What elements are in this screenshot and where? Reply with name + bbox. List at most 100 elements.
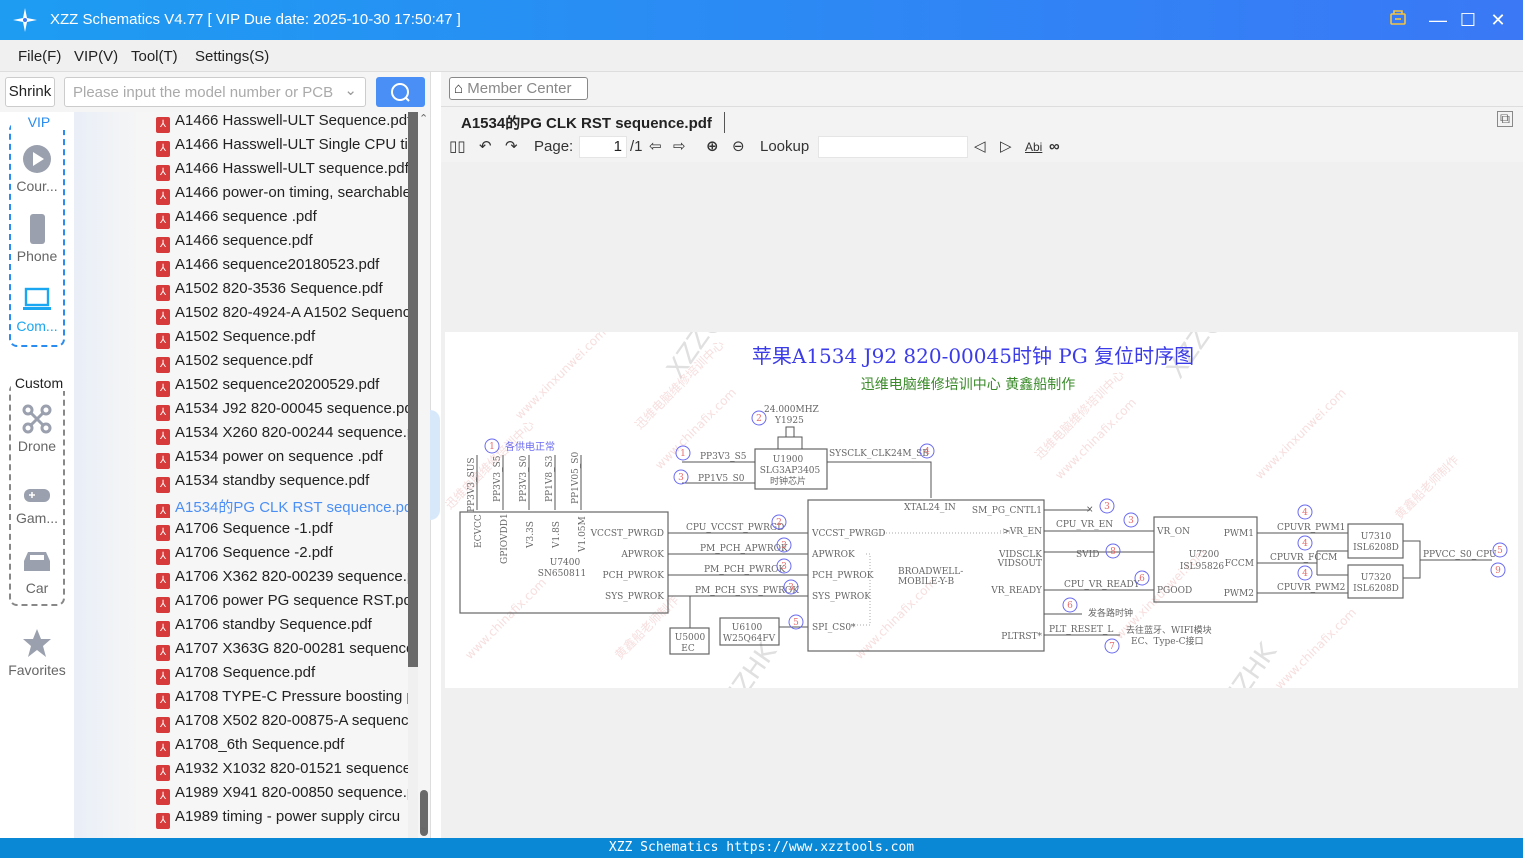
shrink-button[interactable]: Shrink — [5, 77, 55, 107]
menu-settings[interactable]: Settings(S) — [195, 48, 269, 65]
file-item[interactable]: ⅄ A1466 Hasswell-ULT Sequence.pdf — [156, 112, 408, 134]
file-item[interactable]: ⅄ A1466 sequence.pdf — [156, 232, 408, 254]
rotate-right-icon[interactable]: ↷ — [505, 136, 518, 158]
file-item[interactable]: ⅄ A1706 X362 820-00239 sequence.pdf — [156, 568, 408, 590]
lookup-input[interactable] — [818, 136, 968, 158]
two-page-icon[interactable]: ▯▯ — [449, 136, 466, 158]
file-item[interactable]: ⅄ A1534 standby sequence.pdf — [156, 472, 408, 494]
file-item[interactable]: ⅄ A1466 power-on timing, searchable — [156, 184, 408, 206]
svg-text:CPUVR_PWM1: CPUVR_PWM1 — [1277, 523, 1345, 533]
svg-text:PP3V3_S5: PP3V3_S5 — [700, 452, 747, 462]
menu-vip[interactable]: VIP(V) — [74, 48, 118, 65]
member-center-button[interactable]: ⌂ Member Center — [449, 77, 588, 100]
file-item[interactable]: ⅄ A1466 Hasswell-ULT sequence.pdf — [156, 160, 408, 182]
diagram-title: 苹果A1534 J92 820-00045时钟 PG 复位时序图 — [752, 344, 1194, 368]
nav-drone[interactable]: Drone — [0, 404, 74, 454]
binoculars-icon[interactable]: ∞ — [1049, 136, 1060, 158]
search-button[interactable] — [376, 77, 425, 107]
file-item[interactable]: ⅄ A1534的PG CLK RST sequence.pdf — [156, 496, 408, 518]
document-tab[interactable]: A1534的PG CLK RST sequence.pdf — [461, 112, 725, 133]
file-item[interactable]: ⅄ A1989 timing - power supply circu — [156, 808, 408, 830]
collapse-handle[interactable] — [430, 410, 440, 520]
minimize-button[interactable]: — — [1426, 8, 1450, 32]
file-name: A1989 timing - power supply circu — [175, 808, 401, 825]
chevron-down-icon[interactable]: ⌄ — [344, 82, 357, 100]
nav-courses[interactable]: Cour... — [0, 144, 74, 194]
search-icon — [391, 83, 410, 102]
file-item[interactable]: ⅄ A1706 Sequence -1.pdf — [156, 520, 408, 542]
schematic-page[interactable]: XZZ@XZZHK XZZ@XZZHK XZZ@XZZHK XZZ@XZZHK … — [445, 332, 1518, 688]
file-item[interactable]: ⅄ A1502 820-3536 Sequence.pdf — [156, 280, 408, 302]
file-item[interactable]: ⅄ A1989 X941 820-00850 sequence.p — [156, 784, 408, 806]
find-prev-icon[interactable]: ◁ — [974, 136, 986, 158]
file-item[interactable]: ⅄ A1706 power PG sequence RST.pdf — [156, 592, 408, 614]
file-item[interactable]: ⅄ A1708 X502 820-00875-A sequence — [156, 712, 408, 734]
svg-text:PM_PCH_PWROK: PM_PCH_PWROK — [704, 565, 786, 575]
page-number-input[interactable]: 1 — [579, 136, 627, 158]
file-list-scrollbar[interactable] — [408, 112, 418, 838]
svg-text:CPU_VR_EN: CPU_VR_EN — [1056, 520, 1113, 530]
diagram-subtitle: 迅维电脑维修培训中心 黄鑫船制作 — [861, 376, 1075, 393]
file-item[interactable]: ⅄ A1534 X260 820-00244 sequence.pdf — [156, 424, 408, 446]
next-page-icon[interactable]: ⇨ — [673, 136, 686, 158]
file-item[interactable]: ⅄ A1932 X1032 820-01521 sequence. — [156, 760, 408, 782]
svg-text:9: 9 — [1495, 566, 1501, 576]
file-item[interactable]: ⅄ A1706 Sequence -2.pdf — [156, 544, 408, 566]
file-item[interactable]: ⅄ A1706 standby Sequence.pdf — [156, 616, 408, 638]
file-name: A1932 X1032 820-01521 sequence. — [175, 760, 408, 777]
file-item[interactable]: ⅄ A1466 sequence .pdf — [156, 208, 408, 230]
file-name: A1466 sequence20180523.pdf — [175, 256, 380, 273]
nav-car[interactable]: Car — [0, 546, 74, 596]
pdf-icon: ⅄ — [156, 189, 170, 205]
file-item[interactable]: ⅄ A1534 J92 820-00045 sequence.pdf — [156, 400, 408, 422]
file-item[interactable]: ⅄ A1502 sequence.pdf — [156, 352, 408, 374]
search-input[interactable]: Please input the model number or PCB ⌄ — [64, 77, 366, 107]
file-item[interactable]: ⅄ A1502 820-4924-A A1502 Sequence — [156, 304, 408, 326]
scroll-up-icon[interactable]: ⌃ — [419, 112, 428, 125]
title-bar: XZZ Schematics V4.77 [ VIP Due date: 202… — [0, 0, 1523, 40]
nav-games[interactable]: Gam... — [0, 484, 74, 526]
svg-text:EC、Type-C接口: EC、Type-C接口 — [1131, 635, 1204, 647]
menu-tool[interactable]: Tool(T) — [131, 48, 178, 65]
maximize-button[interactable]: ☐ — [1456, 8, 1480, 32]
file-item[interactable]: ⅄ A1708_6th Sequence.pdf — [156, 736, 408, 758]
outer-scrollbar[interactable]: ⌃ ⌄ — [418, 112, 430, 838]
svg-text:PWM2: PWM2 — [1224, 589, 1254, 599]
pdf-icon: ⅄ — [156, 117, 170, 133]
scroll-down-icon[interactable]: ⌄ — [419, 820, 428, 833]
prev-page-icon[interactable]: ⇦ — [649, 136, 662, 158]
file-name: A1534的PG CLK RST sequence.pdf — [175, 499, 408, 516]
file-item[interactable]: ⅄ A1466 sequence20180523.pdf — [156, 256, 408, 278]
close-tab-icon[interactable]: ⧉ — [1497, 111, 1513, 127]
nav-favorites[interactable]: Favorites — [0, 628, 74, 678]
zoom-out-icon[interactable]: ⊖ — [732, 136, 745, 158]
file-item[interactable]: ⅄ A1502 sequence20200529.pdf — [156, 376, 408, 398]
file-name: A1502 820-3536 Sequence.pdf — [175, 280, 383, 297]
nav-phone[interactable]: Phone — [0, 214, 74, 264]
nav-computer[interactable]: Com... — [0, 284, 74, 334]
menu-file[interactable]: File(F) — [18, 48, 61, 65]
zoom-in-icon[interactable]: ⊕ — [706, 136, 719, 158]
svg-text:XTAL24_IN: XTAL24_IN — [904, 503, 956, 513]
file-item[interactable]: ⅄ A1708 TYPE-C Pressure boosting p — [156, 688, 408, 710]
file-item[interactable]: ⅄ A1708 Sequence.pdf — [156, 664, 408, 686]
close-button[interactable]: ✕ — [1486, 8, 1510, 32]
svg-text:8: 8 — [1110, 547, 1116, 557]
rotate-left-icon[interactable]: ↶ — [479, 136, 492, 158]
svg-text:V1.8S: V1.8S — [552, 521, 562, 549]
file-name: A1534 J92 820-00045 sequence.pdf — [175, 400, 408, 417]
svg-text:时钟芯片: 时钟芯片 — [770, 475, 806, 487]
file-item[interactable]: ⅄ A1502 Sequence.pdf — [156, 328, 408, 350]
svg-text:VCCST_PWRGD: VCCST_PWRGD — [811, 529, 885, 539]
find-next-icon[interactable]: ▷ — [1000, 136, 1012, 158]
svg-text:2: 2 — [756, 414, 762, 424]
match-case-icon[interactable]: Abi — [1025, 136, 1042, 158]
file-item[interactable]: ⅄ A1707 X363G 820-00281 sequence — [156, 640, 408, 662]
svg-text:ECVCC: ECVCC — [474, 514, 484, 548]
svg-text:2: 2 — [776, 518, 782, 528]
file-item[interactable]: ⅄ A1466 Hasswell-ULT Single CPU timing — [156, 136, 408, 158]
svg-text:CPU_VCCST_PWRGD: CPU_VCCST_PWRGD — [686, 523, 784, 533]
lock-icon[interactable] — [1386, 8, 1410, 32]
scrollbar-thumb[interactable] — [408, 112, 418, 667]
file-item[interactable]: ⅄ A1534 power on sequence .pdf — [156, 448, 408, 470]
